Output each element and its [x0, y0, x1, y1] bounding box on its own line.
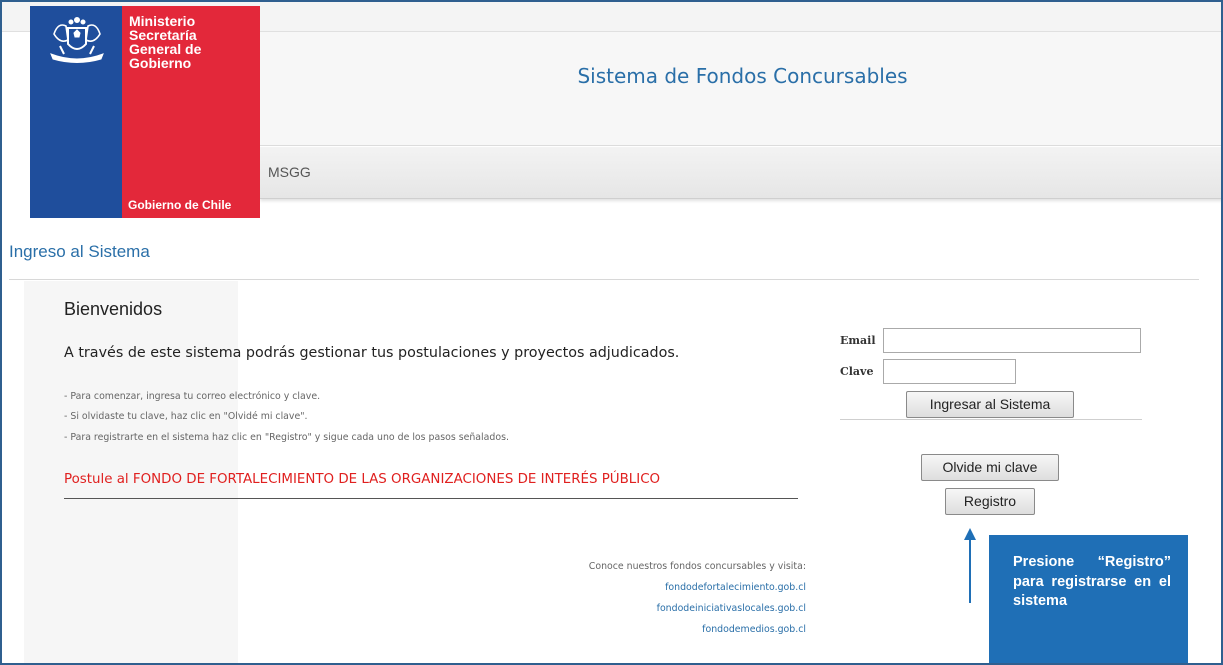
link-fondodefortalecimiento[interactable]: fondodefortalecimiento.gob.cl [665, 582, 806, 593]
coat-of-arms-icon [50, 17, 104, 63]
instruction-start: - Para comenzar, ingresa tu correo elect… [64, 391, 321, 402]
instruction-forgot: - Si olvidaste tu clave, haz clic en "Ol… [64, 411, 308, 422]
page-frame: Sistema de Fondos Concursables MSGG Mini… [0, 0, 1223, 665]
email-input[interactable] [883, 328, 1141, 353]
arrow-up-icon [964, 528, 976, 603]
welcome-heading: Bienvenidos [64, 299, 163, 319]
logo-blue-panel [30, 6, 122, 218]
logo-red-panel: Ministerio Secretaría General de Gobiern… [122, 6, 260, 218]
government-label: Gobierno de Chile [128, 198, 232, 212]
ministry-name: Ministerio Secretaría General de Gobiern… [129, 13, 202, 71]
instruction-register: - Para registrarte en el sistema haz cli… [64, 432, 509, 443]
link-fondodeiniciativaslocales[interactable]: fondodeiniciativaslocales.gob.cl [657, 603, 806, 614]
heading-divider [9, 279, 1199, 280]
intro-text: A través de este sistema podrás gestiona… [64, 345, 680, 361]
page-title: Ingreso al Sistema [9, 242, 150, 261]
password-input[interactable] [883, 359, 1016, 384]
system-title: Sistema de Fondos Concursables [577, 64, 908, 88]
fund-divider [64, 498, 798, 499]
forgot-password-button[interactable]: Olvide mi clave [921, 454, 1059, 481]
visit-text: Conoce nuestros fondos concursables y vi… [588, 561, 806, 572]
login-button[interactable]: Ingresar al Sistema [906, 391, 1074, 418]
fund-link[interactable]: Postule al FONDO DE FORTALECIMIENTO DE L… [64, 472, 660, 487]
government-logo: Ministerio Secretaría General de Gobiern… [30, 6, 260, 218]
form-divider [840, 419, 1142, 420]
callout-text: Presione “Registro” para registrarse en … [1013, 554, 1171, 609]
nav-bar: MSGG [260, 147, 1221, 199]
register-button[interactable]: Registro [945, 488, 1035, 515]
link-fondodemedios[interactable]: fondodemedios.gob.cl [702, 624, 806, 635]
email-label: Email [840, 334, 876, 347]
nav-item-msgg[interactable]: MSGG [268, 164, 311, 180]
title-band: Sistema de Fondos Concursables [260, 32, 1221, 146]
password-label: Clave [840, 365, 874, 378]
instruction-callout: Presione “Registro” para registrarse en … [989, 535, 1188, 663]
